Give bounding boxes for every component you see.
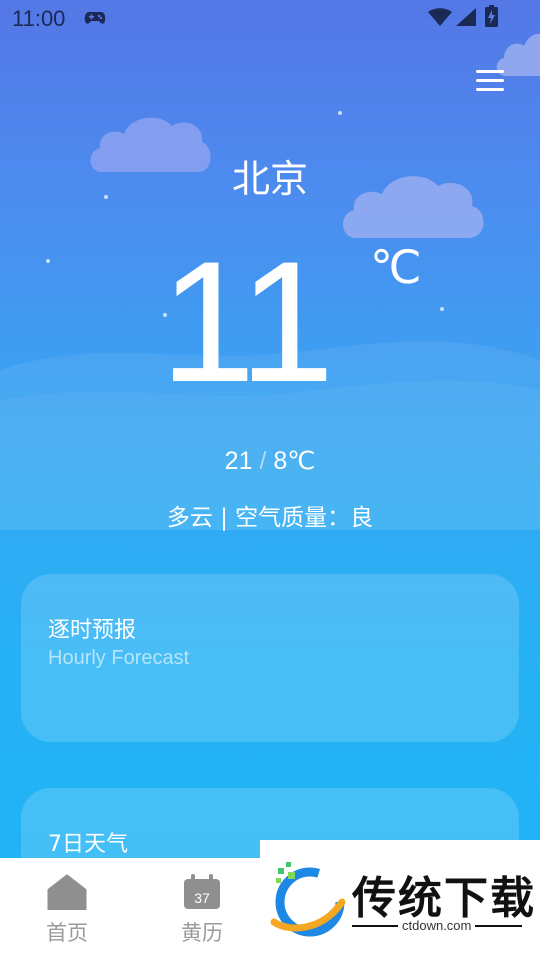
temperature-unit: ℃ (370, 240, 422, 294)
home-icon (47, 874, 87, 912)
temp-high: 21 (224, 447, 253, 475)
nav-item-home[interactable]: 首页 (27, 874, 107, 947)
card-subtitle: Hourly Forecast (48, 647, 190, 669)
weather-condition: 多云 | 空气质量：良 (166, 505, 374, 531)
wifi-icon (428, 8, 452, 26)
calendar-icon: 37 (184, 874, 220, 909)
hourly-forecast-card[interactable]: 逐时预报 Hourly Forecast (21, 574, 519, 742)
nav-item-almanac[interactable]: 37 黄历 (162, 874, 242, 947)
star-dot (46, 259, 50, 263)
brand-name: 传统下载 (352, 873, 536, 924)
star-dot (338, 111, 342, 115)
temperature-range: 21 / 8℃ (0, 446, 540, 476)
brand-url: ctdown.com (398, 918, 476, 933)
status-time: 11:00 (12, 6, 66, 31)
star-dot (440, 307, 444, 311)
signal-icon (456, 8, 476, 26)
city-name[interactable]: 北京 (0, 148, 540, 203)
temp-low: 8℃ (273, 447, 316, 475)
card-title: 7日天气 (48, 832, 128, 857)
card-title: 逐时预报 (48, 618, 137, 643)
gamepad-icon (84, 12, 106, 24)
nav-label: 首页 (46, 921, 88, 945)
brand-logo-icon (270, 862, 346, 937)
range-separator: / (259, 447, 267, 475)
battery-icon (485, 5, 498, 27)
status-bar: 11:00 (0, 0, 540, 40)
nav-label: 黄历 (181, 921, 223, 945)
hamburger-icon[interactable] (472, 66, 508, 96)
calendar-icon-text: 37 (194, 890, 210, 906)
watermark-banner: 传统下载 ctdown.com (260, 840, 540, 960)
current-temperature: 11 (160, 226, 335, 418)
